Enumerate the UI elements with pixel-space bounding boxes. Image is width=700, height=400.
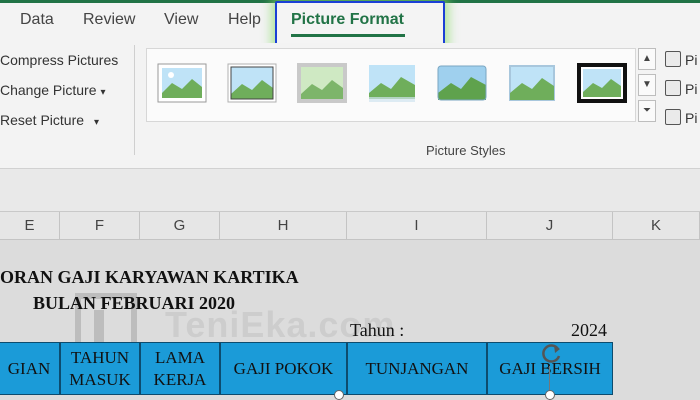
picture-style-thumb[interactable]: [297, 63, 347, 103]
rotate-handle-icon[interactable]: [538, 341, 564, 367]
gallery-more-icon[interactable]: ⏷: [638, 100, 656, 122]
picture-styles-group-label: Picture Styles: [426, 143, 506, 158]
picture-style-thumb[interactable]: [367, 63, 417, 103]
column-header-j[interactable]: J: [487, 212, 613, 240]
resize-handle-icon[interactable]: [334, 390, 344, 400]
picture-style-thumb[interactable]: [227, 63, 277, 103]
chevron-down-icon: ▾: [100, 87, 106, 98]
picture-border-icon: [665, 51, 681, 67]
change-picture-label: Change Picture: [0, 82, 97, 98]
formula-bar-area: [0, 169, 700, 212]
reset-picture-label: Reset Picture: [0, 112, 85, 128]
compress-pictures-label: Compress Pictures: [0, 52, 119, 68]
picture-layout-icon: [665, 109, 681, 125]
tab-review[interactable]: Review: [83, 11, 135, 29]
column-header-e[interactable]: E: [0, 212, 60, 240]
report-title: ORAN GAJI KARYAWAN KARTIKA: [0, 267, 299, 287]
column-header-f[interactable]: F: [60, 212, 140, 240]
reset-picture-button[interactable]: Reset Picture ▾: [0, 112, 99, 128]
side-button-label: Pi: [685, 52, 698, 68]
tab-data[interactable]: Data: [20, 11, 54, 29]
change-picture-button[interactable]: Change Picture ▾: [0, 82, 106, 98]
ribbon: Compress Pictures Change Picture ▾ Reset …: [0, 43, 700, 169]
table-header-cell[interactable]: LAMA KERJA: [140, 342, 220, 395]
picture-border-button[interactable]: Pi: [665, 51, 697, 68]
table-header-cell[interactable]: GIAN: [0, 342, 60, 395]
picture-effects-icon: [665, 80, 681, 96]
gallery-up-icon[interactable]: ▲: [638, 48, 656, 70]
table-header-cell[interactable]: TUNJANGAN: [347, 342, 487, 395]
gallery-down-icon[interactable]: ▼: [638, 74, 656, 96]
table-header-text: TAHUN MASUK: [69, 347, 131, 389]
resize-handle-icon[interactable]: [545, 390, 555, 400]
picture-style-thumb[interactable]: [577, 63, 627, 103]
tab-help[interactable]: Help: [228, 11, 261, 29]
column-header-g[interactable]: G: [140, 212, 220, 240]
table-header-text: LAMA KERJA: [153, 347, 207, 389]
chevron-down-icon: ▾: [94, 117, 100, 128]
year-value: 2024: [571, 320, 607, 340]
side-button-label: Pi: [685, 81, 698, 97]
compress-pictures-button[interactable]: Compress Pictures: [0, 52, 118, 68]
active-tab-underline: [291, 34, 405, 37]
picture-effects-button[interactable]: Pi: [665, 80, 697, 97]
column-header-k[interactable]: K: [613, 212, 700, 240]
column-header-i[interactable]: I: [347, 212, 487, 240]
tab-picture-format[interactable]: Picture Format: [291, 11, 404, 29]
column-header-h[interactable]: H: [220, 212, 347, 240]
picture-styles-gallery: [146, 48, 636, 122]
picture-style-thumb[interactable]: [507, 63, 557, 103]
picture-style-thumb[interactable]: [437, 63, 487, 103]
tab-view[interactable]: View: [164, 11, 198, 29]
ribbon-separator: [134, 45, 135, 155]
report-subtitle: BULAN FEBRUARI 2020: [33, 293, 236, 313]
picture-layout-button[interactable]: Pi: [665, 109, 697, 126]
year-label: Tahun :: [350, 320, 405, 340]
table-header-cell[interactable]: GAJI POKOK: [220, 342, 347, 395]
picture-style-thumb[interactable]: [157, 63, 207, 103]
side-button-label: Pi: [685, 110, 698, 126]
table-header-cell[interactable]: TAHUN MASUK: [60, 342, 140, 395]
